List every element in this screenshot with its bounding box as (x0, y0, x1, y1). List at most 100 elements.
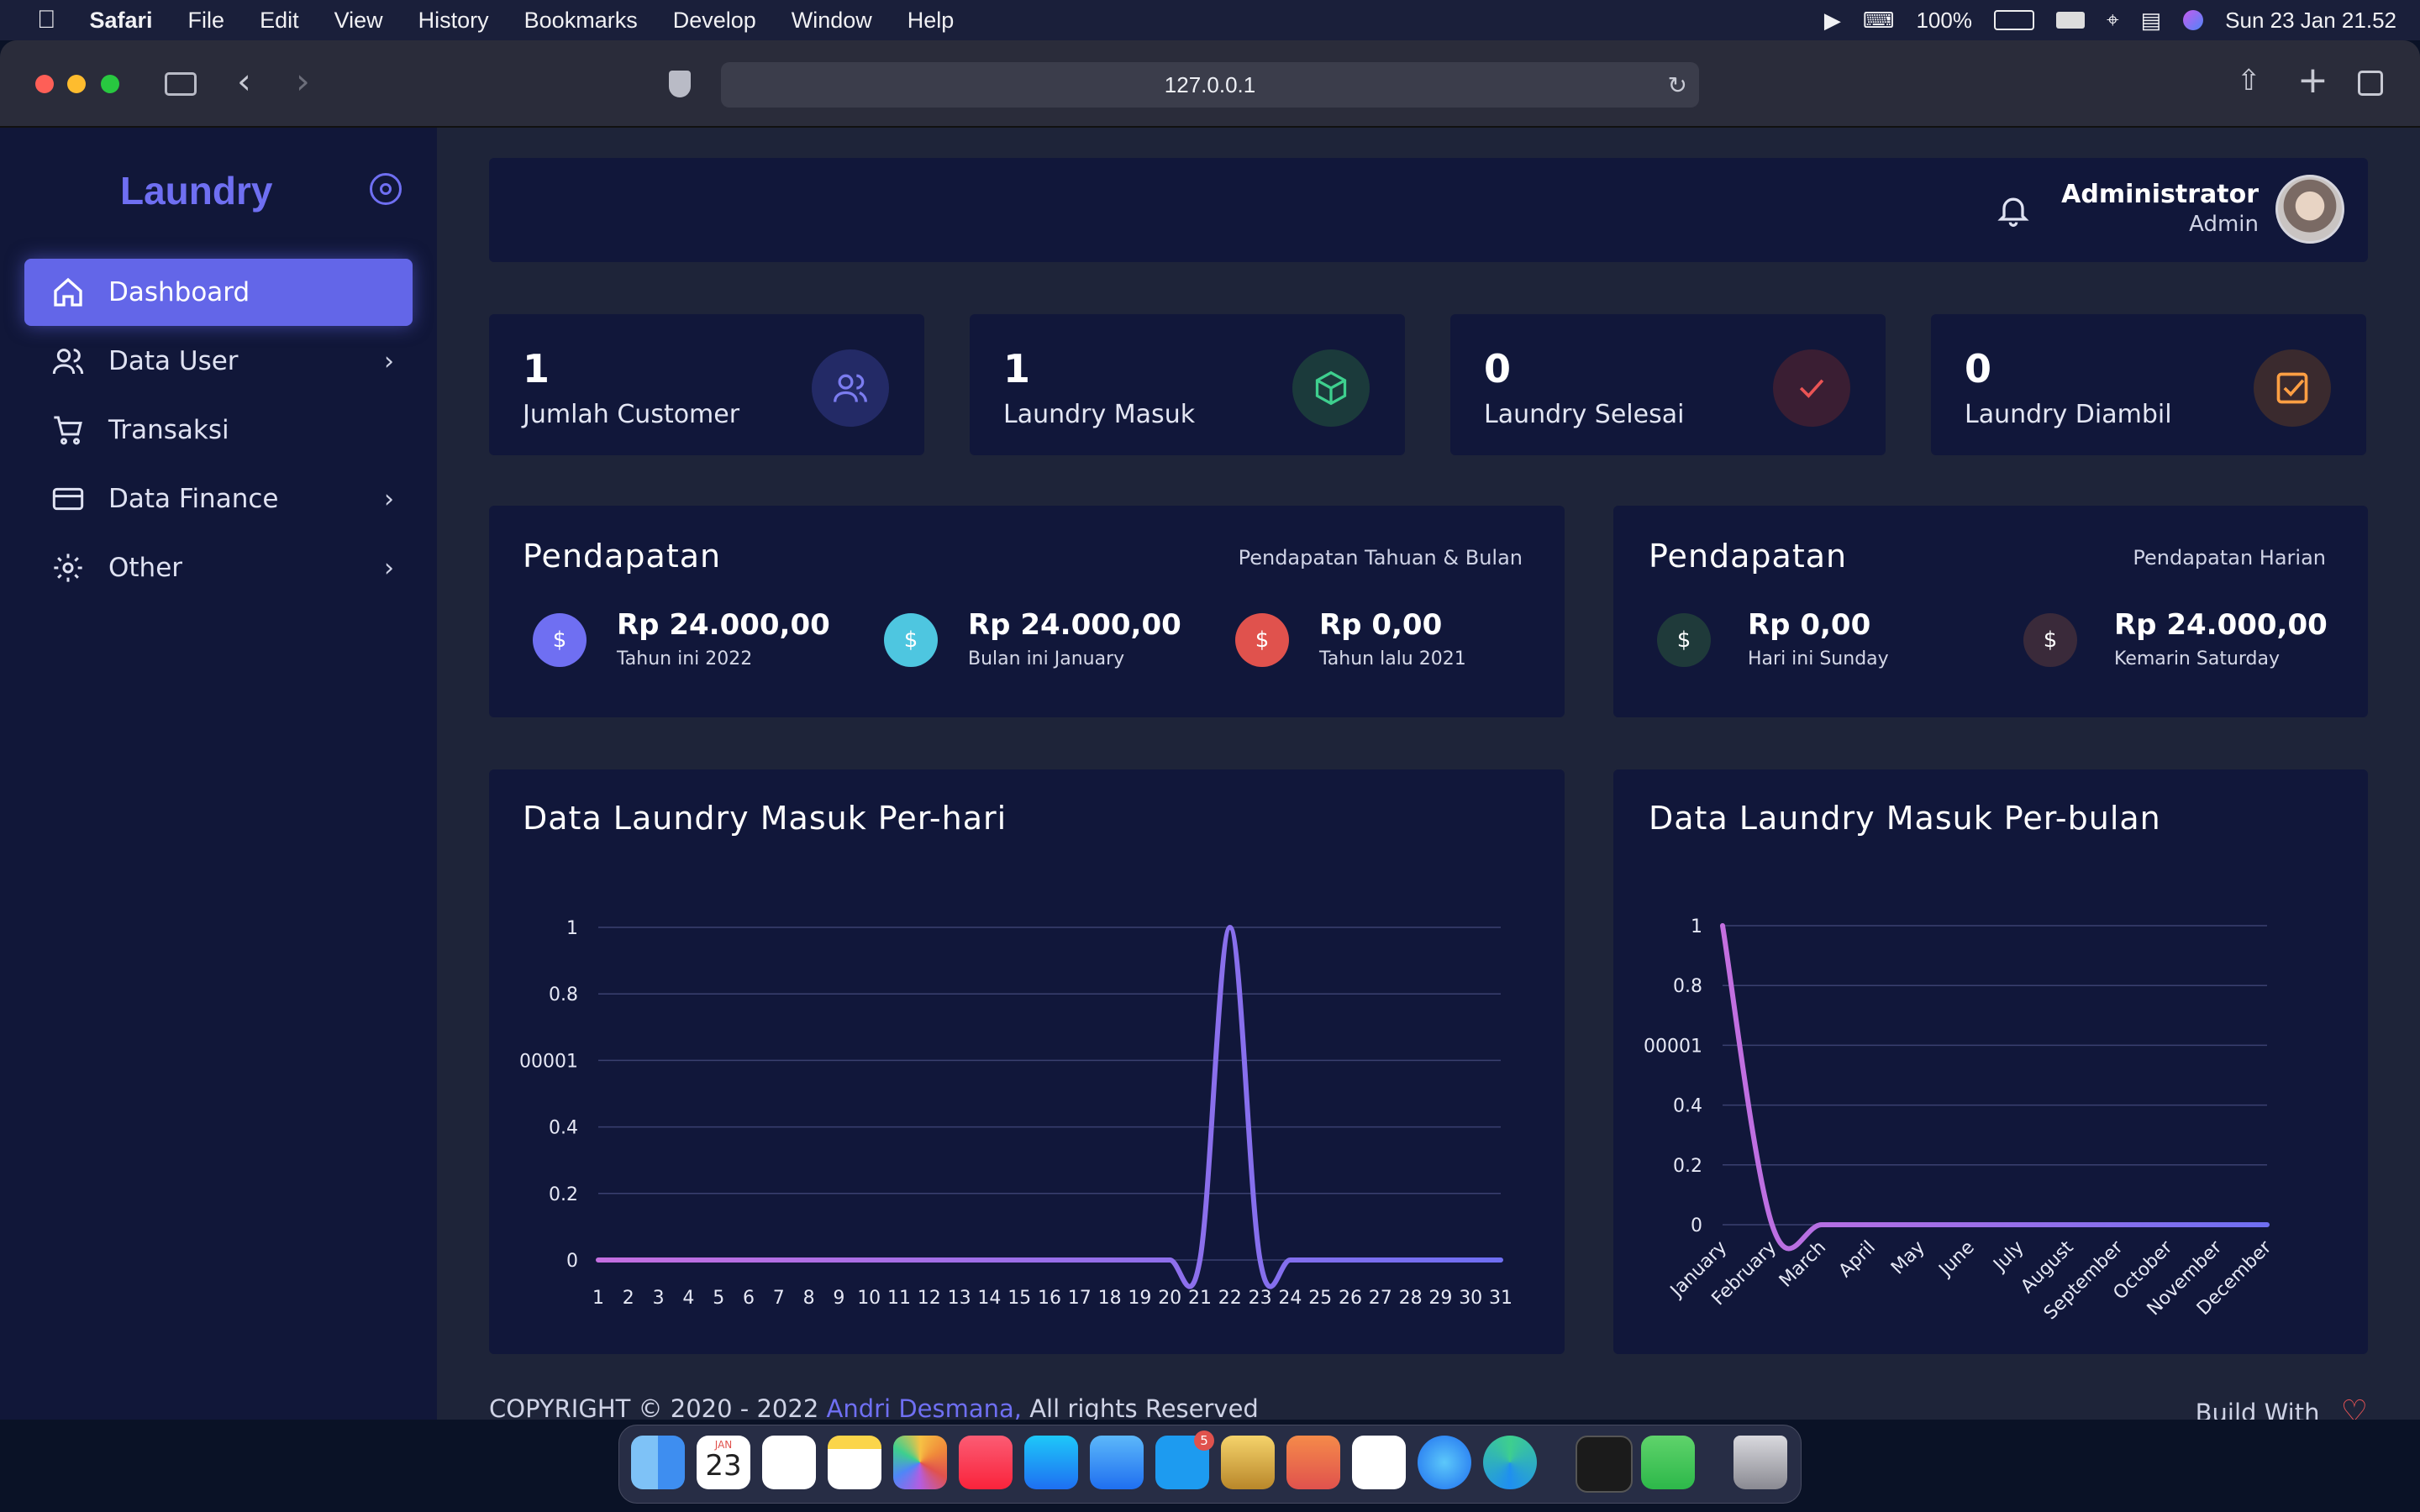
menu-develop[interactable]: Develop (673, 8, 756, 34)
x-tick-label: 5 (713, 1288, 724, 1309)
address-bar[interactable]: 127.0.0.1 ↻ (721, 62, 1699, 108)
share-icon[interactable]: ⇧ (2237, 64, 2261, 97)
database-icon[interactable] (1221, 1436, 1275, 1489)
dollar-icon: $ (2023, 613, 2077, 667)
minimize-window-button[interactable] (67, 75, 86, 93)
y-tick-label: 0.2 (549, 1184, 578, 1205)
reminders-icon[interactable] (762, 1436, 816, 1489)
music-icon[interactable] (959, 1436, 1013, 1489)
avatar[interactable] (2275, 175, 2344, 244)
bell-icon[interactable] (1995, 192, 2032, 232)
user-name[interactable]: Administrator (2061, 180, 2259, 209)
chevron-right-icon: › (384, 553, 394, 583)
sidebar-toggle-icon[interactable] (165, 72, 197, 96)
y-tick-label: 00001 (1644, 1036, 1702, 1057)
heart-icon: ♡ (2340, 1394, 2368, 1420)
reload-icon[interactable]: ↻ (1668, 71, 1687, 99)
app-store-icon[interactable] (1024, 1436, 1078, 1489)
x-tick-label: 3 (653, 1288, 665, 1309)
browser-window: ‹ › 127.0.0.1 ↻ ⇧ + Laundry Dashboard Da… (0, 40, 2420, 1420)
sidebar-item-dashboard[interactable]: Dashboard (24, 259, 413, 326)
control-center-icon[interactable]: ▤ (2141, 8, 2162, 34)
battery-icon[interactable] (1993, 10, 2034, 30)
y-tick-label: 00001 (519, 1051, 578, 1072)
menu-clock[interactable]: Sun 23 Jan 21.52 (2225, 8, 2396, 34)
footer-author-link[interactable]: Andri Desmana, (827, 1394, 1023, 1420)
sidebar-item-data-user[interactable]: Data User › (24, 328, 413, 395)
memory-icon[interactable] (2055, 12, 2085, 29)
finder-icon[interactable] (631, 1436, 685, 1489)
users-icon (50, 343, 87, 380)
stat-value: 1 (523, 346, 550, 391)
menu-history[interactable]: History (418, 8, 489, 34)
menu-help[interactable]: Help (908, 8, 955, 34)
menu-bookmarks[interactable]: Bookmarks (524, 8, 638, 34)
stat-card-laundry-masuk: 1 Laundry Masuk (970, 314, 1405, 455)
monthly-chart: 00.20.4000010.81JanuaryFebruaryMarch Apri… (1644, 916, 2276, 1324)
brand-logo[interactable]: Laundry (120, 168, 272, 213)
x-tick-label: 7 (773, 1288, 785, 1309)
facetime-icon[interactable] (1641, 1436, 1695, 1489)
battery-percent: 100% (1916, 7, 1972, 33)
vscode-icon[interactable] (1352, 1436, 1406, 1489)
new-tab-icon[interactable]: + (2297, 59, 2328, 102)
menu-bar:  Safari File Edit View History Bookmark… (0, 0, 2420, 40)
wifi-icon[interactable]: ⌖ (2107, 7, 2119, 34)
stat-card-laundry-selesai: 0 Laundry Selesai (1450, 314, 1886, 455)
stat-card-customer: 1 Jumlah Customer (489, 314, 924, 455)
sidebar-item-label: Dashboard (108, 277, 250, 307)
photos-icon[interactable] (893, 1436, 947, 1489)
terminal-icon[interactable] (1576, 1436, 1633, 1493)
chevron-right-icon: › (384, 484, 394, 514)
privacy-shield-icon[interactable] (669, 71, 691, 97)
menu-view[interactable]: View (334, 8, 383, 34)
sidebar-item-other[interactable]: Other › (24, 534, 413, 601)
play-icon[interactable]: ▶ (1824, 8, 1841, 34)
footer: COPYRIGHT © 2020 - 2022 Andri Desmana, A… (489, 1394, 2368, 1420)
design-tool-icon[interactable] (1286, 1436, 1340, 1489)
close-window-button[interactable] (35, 75, 54, 93)
x-tick-label: 31 (1489, 1288, 1512, 1309)
x-tick-label: 14 (977, 1288, 1001, 1309)
calendar-icon[interactable]: JAN 23 (697, 1436, 750, 1489)
stat-label: Laundry Masuk (1003, 400, 1196, 429)
check-icon (1773, 349, 1850, 427)
y-tick-label: 0.4 (549, 1118, 578, 1139)
card-title: Pendapatan (523, 538, 722, 575)
keyboard-icon[interactable]: ⌨ (1863, 8, 1895, 34)
x-tick-label: May (1887, 1237, 1929, 1279)
back-icon[interactable]: ‹ (237, 60, 251, 102)
menu-app-name[interactable]: Safari (90, 8, 153, 34)
x-tick-label: 16 (1038, 1288, 1061, 1309)
series-line (1720, 923, 2270, 1252)
apple-icon[interactable]:  (37, 6, 56, 34)
trash-icon[interactable] (1733, 1436, 1787, 1489)
safari-icon[interactable] (1418, 1436, 1471, 1489)
zoom-window-button[interactable] (101, 75, 119, 93)
income-label: Tahun lalu 2021 (1319, 648, 1466, 669)
income-amount: Rp 24.000,00 (968, 608, 1181, 642)
y-tick-label: 1 (566, 918, 578, 939)
menu-file[interactable]: File (188, 8, 225, 34)
sidebar-collapse-icon[interactable] (370, 173, 402, 205)
sidebar-item-data-finance[interactable]: Data Finance › (24, 465, 413, 533)
income-amount: Rp 0,00 (1319, 608, 1443, 642)
dollar-icon: $ (884, 613, 938, 667)
x-tick-label: 27 (1369, 1288, 1392, 1309)
siri-icon[interactable] (2183, 10, 2204, 30)
x-tick-label: 8 (803, 1288, 815, 1309)
edge-icon[interactable] (1483, 1436, 1537, 1489)
notes-icon[interactable] (828, 1436, 881, 1489)
card-subtitle: Pendapatan Tahuan & Bulan (1238, 546, 1523, 570)
menu-edit[interactable]: Edit (260, 8, 299, 34)
forward-icon[interactable]: › (296, 60, 310, 102)
twitter-icon[interactable]: 5 (1155, 1431, 1214, 1489)
income-amount: Rp 24.000,00 (2114, 608, 2328, 642)
stat-value: 0 (1965, 346, 1992, 391)
tab-overview-icon[interactable] (2358, 71, 2383, 96)
menu-window[interactable]: Window (792, 8, 872, 34)
mail-icon[interactable] (1090, 1436, 1144, 1489)
dollar-icon: $ (1235, 613, 1289, 667)
stat-label: Jumlah Customer (523, 400, 740, 429)
sidebar-item-transaksi[interactable]: Transaksi (24, 396, 413, 464)
